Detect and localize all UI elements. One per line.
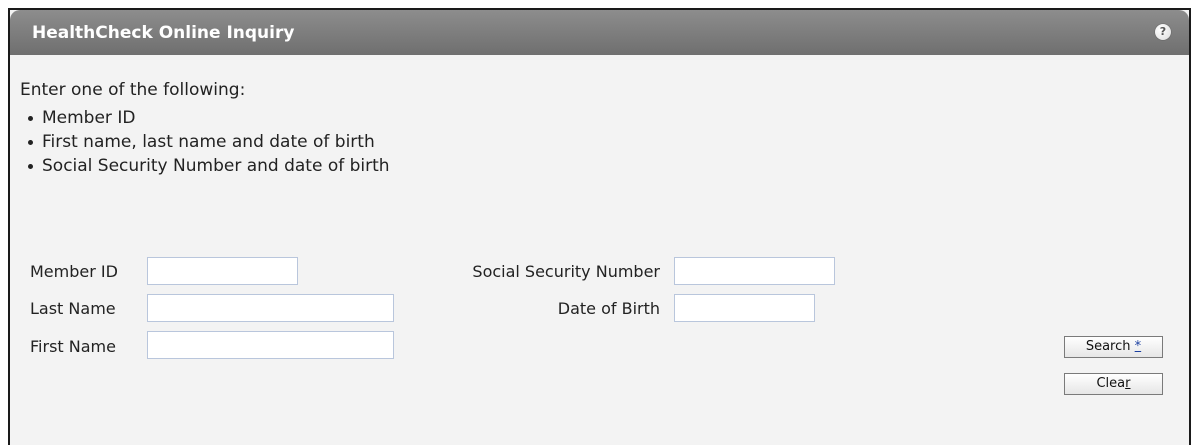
panel-header: HealthCheck Online Inquiry ? — [10, 10, 1189, 55]
member-id-field[interactable] — [147, 257, 298, 285]
search-button-label: Search — [1085, 339, 1131, 354]
instructions-list: Member ID First name, last name and date… — [24, 106, 390, 178]
panel-title: HealthCheck Online Inquiry — [32, 23, 295, 43]
list-item-text: Social Security Number and date of birth — [42, 156, 390, 176]
bullet-icon — [28, 164, 33, 169]
list-item-text: First name, last name and date of birth — [42, 132, 375, 152]
dob-field[interactable] — [674, 294, 815, 322]
ssn-label: Social Security Number — [472, 262, 660, 281]
first-name-label: First Name — [30, 337, 116, 356]
last-name-field[interactable] — [147, 294, 394, 322]
ssn-field[interactable] — [674, 257, 835, 285]
search-button[interactable]: Search * — [1064, 336, 1163, 358]
list-item-text: Member ID — [42, 108, 136, 128]
first-name-field[interactable] — [147, 331, 394, 359]
instructions-intro: Enter one of the following: — [20, 80, 246, 100]
bullet-icon — [28, 140, 33, 145]
clear-button[interactable]: Clear — [1064, 373, 1163, 395]
clear-button-label: Clea — [1096, 376, 1126, 391]
list-item: First name, last name and date of birth — [24, 130, 390, 154]
last-name-label: Last Name — [30, 299, 116, 318]
search-accelerator: * — [1134, 339, 1142, 354]
list-item: Member ID — [24, 106, 390, 130]
help-icon[interactable]: ? — [1155, 24, 1171, 40]
clear-accelerator: r — [1125, 376, 1131, 391]
inquiry-panel: HealthCheck Online Inquiry ? — [8, 8, 1191, 445]
list-item: Social Security Number and date of birth — [24, 154, 390, 178]
member-id-label: Member ID — [30, 262, 118, 281]
dob-label: Date of Birth — [557, 299, 660, 318]
bullet-icon — [28, 116, 33, 121]
